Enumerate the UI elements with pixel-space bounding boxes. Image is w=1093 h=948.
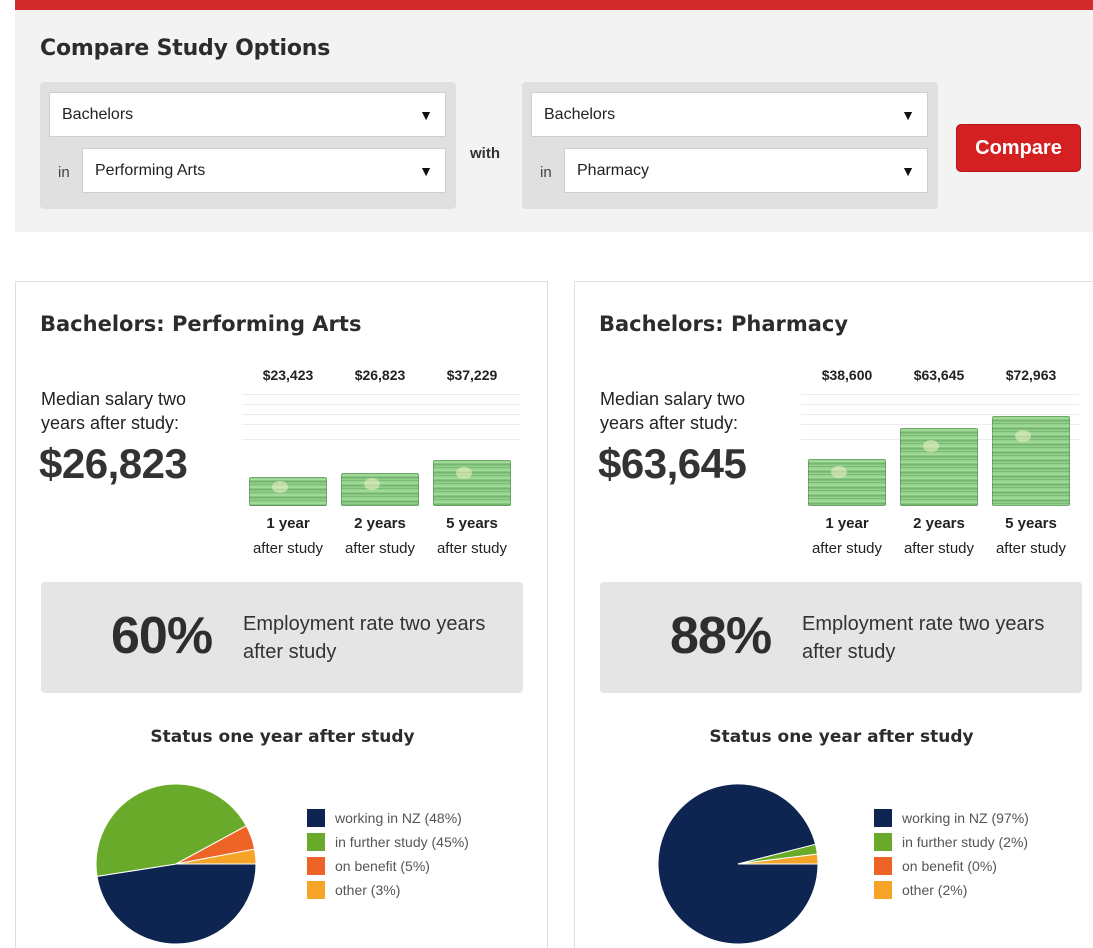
right-in-label: in <box>540 164 552 181</box>
bar-value-label: $38,600 <box>821 367 873 383</box>
period-label: 5 years <box>446 515 498 532</box>
card-title: Bachelors: Pharmacy <box>599 312 849 336</box>
salary-bar <box>341 473 419 506</box>
gridline <box>242 439 520 440</box>
status-legend: working in NZ (97%) in further study (2%)… <box>874 807 1029 903</box>
gridline <box>242 394 520 395</box>
top-accent-bar <box>15 0 1093 10</box>
bar-value-label: $23,423 <box>262 367 314 383</box>
right-field-value: Pharmacy <box>577 161 650 179</box>
left-field-select[interactable]: Performing Arts ▼ <box>82 148 446 193</box>
gridline <box>242 424 520 425</box>
legend-item: other (2%) <box>874 879 1029 901</box>
legend-item: on benefit (5%) <box>307 855 469 877</box>
legend-swatch <box>874 833 892 851</box>
legend-item: working in NZ (97%) <box>874 807 1029 829</box>
period-label: 2 years <box>913 515 965 532</box>
period-sublabel: after study <box>903 540 975 557</box>
compare-title: Compare Study Options <box>40 36 331 61</box>
right-select-group: Bachelors ▼ in Pharmacy ▼ <box>522 82 938 209</box>
legend-item: in further study (45%) <box>307 831 469 853</box>
salary-bar <box>900 428 978 506</box>
period-sublabel: after study <box>436 540 508 557</box>
salary-chart: $38,600 1 year after study $63,645 2 years af… <box>801 358 1081 568</box>
legend-label: in further study (2%) <box>902 834 1029 850</box>
legend-item: working in NZ (48%) <box>307 807 469 829</box>
legend-item: other (3%) <box>307 879 469 901</box>
status-pie-chart <box>657 783 819 945</box>
legend-swatch <box>874 881 892 899</box>
status-title: Status one year after study <box>150 727 415 747</box>
right-level-value: Bachelors <box>544 105 616 123</box>
right-level-select[interactable]: Bachelors ▼ <box>531 92 928 137</box>
status-legend: working in NZ (48%) in further study (45%… <box>307 807 469 903</box>
legend-swatch <box>307 857 325 875</box>
period-sublabel: after study <box>811 540 883 557</box>
gridline <box>801 394 1079 395</box>
employment-rate-label: Employment rate two years after study <box>243 613 486 663</box>
bar-value-label: $63,645 <box>913 367 965 383</box>
employment-box: 88% Employment rate two years after stud… <box>600 582 1082 693</box>
status-title: Status one year after study <box>709 727 974 747</box>
card-title: Bachelors: Performing Arts <box>40 312 362 336</box>
period-sublabel: after study <box>344 540 416 557</box>
median-salary-label: Median salary two years after study: <box>41 389 187 433</box>
salary-bar <box>808 459 886 506</box>
left-in-label: in <box>58 164 70 181</box>
gridline <box>801 404 1079 405</box>
legend-label: other (2%) <box>902 882 968 898</box>
salary-bar <box>433 460 511 506</box>
salary-bar <box>992 416 1070 506</box>
chevron-down-icon: ▼ <box>901 106 915 123</box>
legend-label: working in NZ (48%) <box>335 810 462 826</box>
bar-value-label: $72,963 <box>1005 367 1057 383</box>
employment-rate-value: 88% <box>670 607 772 665</box>
period-label: 1 year <box>825 515 869 532</box>
gridline <box>242 414 520 415</box>
gridline <box>242 404 520 405</box>
chevron-down-icon: ▼ <box>419 106 433 123</box>
employment-rate-value: 60% <box>111 607 213 665</box>
gridline <box>801 414 1079 415</box>
legend-item: on benefit (0%) <box>874 855 1029 877</box>
legend-label: on benefit (0%) <box>902 858 997 874</box>
legend-swatch <box>307 833 325 851</box>
chevron-down-icon: ▼ <box>901 162 915 179</box>
legend-label: in further study (45%) <box>335 834 469 850</box>
left-level-select[interactable]: Bachelors ▼ <box>49 92 446 137</box>
period-sublabel: after study <box>252 540 324 557</box>
median-salary-value: $26,823 <box>39 440 188 487</box>
employment-box: 60% Employment rate two years after stud… <box>41 582 523 693</box>
legend-label: other (3%) <box>335 882 401 898</box>
legend-label: on benefit (5%) <box>335 858 430 874</box>
legend-swatch <box>874 857 892 875</box>
median-salary-label: Median salary two years after study: <box>600 389 746 433</box>
bar-value-label: $37,229 <box>446 367 498 383</box>
legend-swatch <box>307 809 325 827</box>
compare-button[interactable]: Compare <box>956 124 1081 172</box>
result-card-right: Bachelors: Pharmacy Median salary two ye… <box>574 281 1093 948</box>
result-card-left: Bachelors: Performing Arts Median salary… <box>15 281 548 948</box>
chevron-down-icon: ▼ <box>419 162 433 179</box>
status-pie-chart <box>95 783 257 945</box>
period-label: 2 years <box>354 515 406 532</box>
salary-chart: $23,423 1 year after study $26,823 2 years af… <box>242 358 522 568</box>
with-label: with <box>470 145 500 162</box>
period-label: 1 year <box>266 515 310 532</box>
left-select-group: Bachelors ▼ in Performing Arts ▼ <box>40 82 456 209</box>
pie-slice-working-in-NZ <box>96 863 257 945</box>
left-field-value: Performing Arts <box>95 161 206 179</box>
legend-swatch <box>307 881 325 899</box>
period-label: 5 years <box>1005 515 1057 532</box>
legend-item: in further study (2%) <box>874 831 1029 853</box>
employment-rate-label: Employment rate two years after study <box>802 613 1045 663</box>
bar-value-label: $26,823 <box>354 367 406 383</box>
salary-bar <box>249 477 327 506</box>
left-level-value: Bachelors <box>62 105 134 123</box>
legend-swatch <box>874 809 892 827</box>
period-sublabel: after study <box>995 540 1067 557</box>
legend-label: working in NZ (97%) <box>902 810 1029 826</box>
median-salary-value: $63,645 <box>598 440 747 487</box>
right-field-select[interactable]: Pharmacy ▼ <box>564 148 928 193</box>
